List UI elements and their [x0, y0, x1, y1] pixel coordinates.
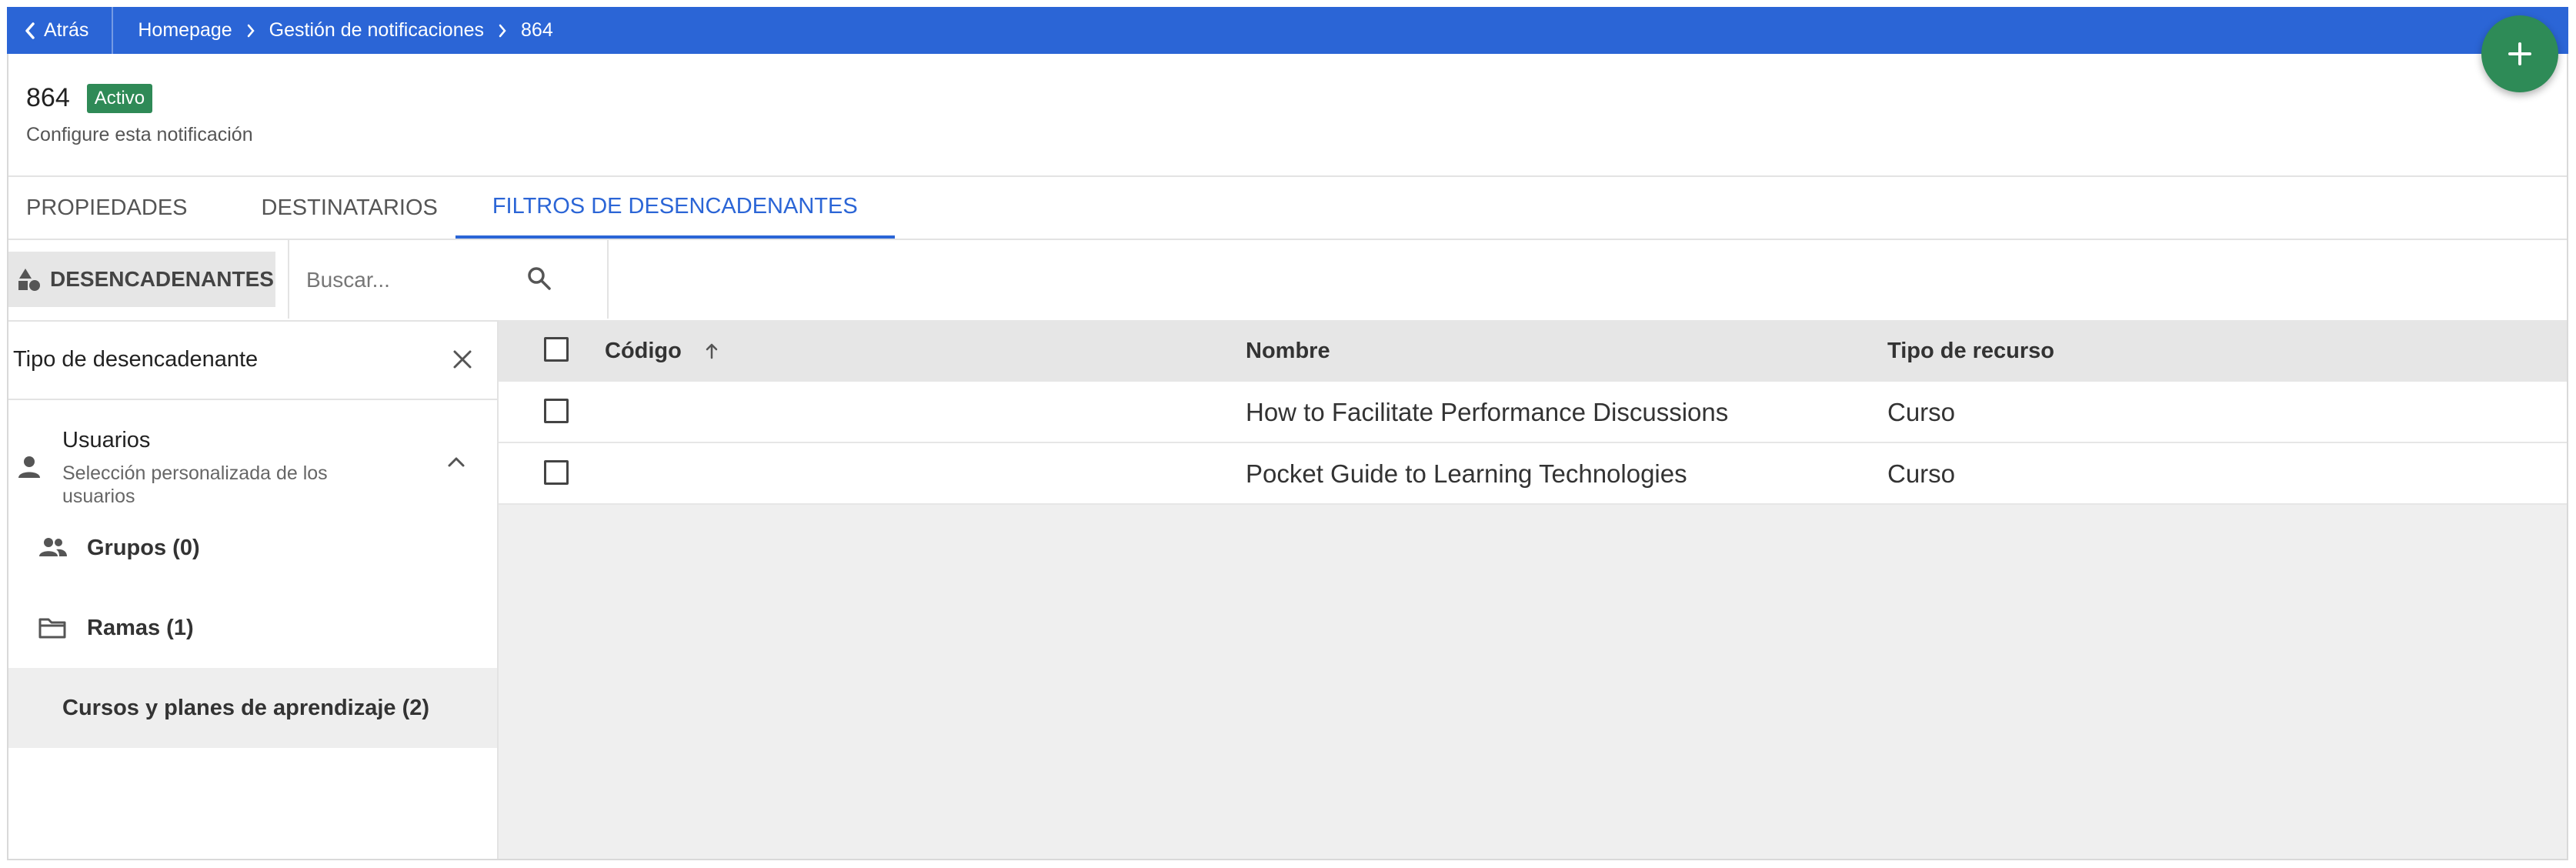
breadcrumb-notifications[interactable]: Gestión de notificaciones: [269, 19, 484, 42]
sidebar-item-courses[interactable]: Cursos y planes de aprendizaje (2): [8, 668, 497, 748]
column-header-resource-type[interactable]: Tipo de recurso: [1887, 320, 2054, 382]
add-button[interactable]: [2481, 15, 2558, 92]
cell-resource-type: Curso: [1887, 398, 1956, 426]
sidebar-item-label: Cursos y planes de aprendizaje (2): [62, 695, 430, 720]
breadcrumb-current: 864: [521, 19, 553, 41]
column-header-code[interactable]: Código: [605, 320, 719, 382]
shapes-icon: [18, 269, 40, 291]
chevron-up-icon[interactable]: [447, 456, 465, 468]
users-section[interactable]: Usuarios Selección personalizada de los …: [8, 400, 497, 508]
tab-properties[interactable]: PROPIEDADES: [8, 177, 205, 239]
tab-trigger-filters[interactable]: FILTROS DE DESENCADENANTES: [455, 177, 895, 239]
back-button[interactable]: Atrás: [7, 7, 114, 54]
tab-recipients[interactable]: DESTINATARIOS: [244, 177, 455, 239]
top-navigation-bar: Atrás Homepage Gestión de notificaciones…: [7, 7, 2568, 54]
page-header: 864 Activo Configure esta notificación: [26, 83, 253, 146]
status-badge: Activo: [86, 83, 153, 113]
breadcrumb-homepage[interactable]: Homepage: [138, 19, 232, 42]
triggers-filter-button[interactable]: DESENCADENANTES: [8, 252, 275, 307]
sidebar-item-groups[interactable]: Grupos (0): [8, 508, 497, 588]
search-box: [288, 240, 609, 319]
panel-title: Tipo de desencadenante: [13, 346, 259, 372]
table-header: Código Nombre Tipo de recurso: [499, 320, 2567, 382]
row-checkbox[interactable]: [544, 460, 569, 485]
group-icon: [39, 538, 67, 556]
cell-resource-type: Curso: [1887, 459, 1956, 488]
select-all-checkbox[interactable]: [544, 337, 569, 362]
folder-icon: [38, 618, 66, 639]
table-row[interactable]: Pocket Guide to Learning Technologies Cu…: [499, 443, 2567, 505]
table-row[interactable]: How to Facilitate Performance Discussion…: [499, 382, 2567, 443]
row-checkbox[interactable]: [544, 399, 569, 423]
panel-header: Tipo de desencadenante: [8, 320, 497, 400]
column-header-name[interactable]: Nombre: [1246, 320, 1330, 382]
users-title: Usuarios: [62, 428, 151, 452]
users-subtitle: Selección personalizada de los usuarios: [62, 462, 328, 507]
page-title: 864: [26, 83, 70, 112]
cell-name: Pocket Guide to Learning Technologies: [1246, 459, 1687, 488]
plus-icon: [2508, 42, 2531, 65]
trigger-type-panel: Tipo de desencadenante Usuarios Selecció…: [8, 320, 499, 859]
back-label: Atrás: [44, 19, 89, 41]
page-subtitle: Configure esta notificación: [26, 124, 253, 145]
breadcrumb: Homepage Gestión de notificaciones 864: [113, 19, 552, 42]
chevron-right-icon: [246, 23, 255, 38]
search-input[interactable]: [305, 263, 539, 297]
person-icon: [18, 456, 40, 478]
chevron-right-icon: [498, 23, 507, 38]
sidebar-item-label: Grupos (0): [87, 535, 200, 560]
data-table: Código Nombre Tipo de recurso How to Fac…: [499, 320, 2567, 859]
chevron-left-icon: [25, 22, 35, 39]
sidebar-item-label: Ramas (1): [87, 615, 194, 640]
triggers-filter-label: DESENCADENANTES: [50, 267, 274, 291]
sidebar-item-branches[interactable]: Ramas (1): [8, 588, 497, 668]
search-icon[interactable]: [526, 265, 553, 292]
sort-arrow-up-icon[interactable]: [705, 342, 719, 359]
toolbar: DESENCADENANTES: [8, 240, 2567, 322]
close-icon[interactable]: [452, 349, 472, 369]
tab-bar: PROPIEDADES DESTINATARIOS FILTROS DE DES…: [8, 177, 895, 239]
cell-name: How to Facilitate Performance Discussion…: [1246, 398, 1729, 426]
